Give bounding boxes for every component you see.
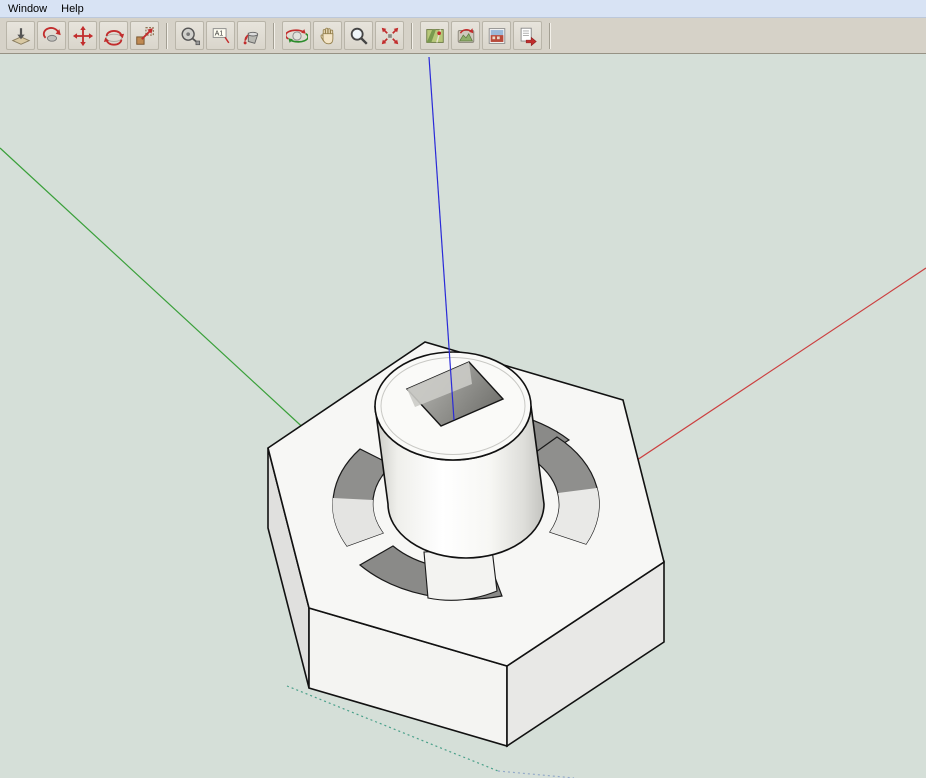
menu-bar: Window Help bbox=[0, 0, 926, 18]
add-location-icon bbox=[424, 25, 446, 47]
tape-measure-icon bbox=[179, 25, 201, 47]
toolbar: A1 bbox=[0, 18, 926, 54]
toolbar-separator bbox=[273, 23, 275, 49]
text-tool-icon: A1 bbox=[210, 25, 232, 47]
orbit-tool-button[interactable] bbox=[282, 21, 311, 50]
scale-icon bbox=[134, 25, 156, 47]
viewport-3d[interactable] bbox=[0, 54, 926, 778]
paint-bucket-tool-button[interactable] bbox=[237, 21, 266, 50]
tape-measure-tool-button[interactable] bbox=[175, 21, 204, 50]
toggle-terrain-button[interactable] bbox=[451, 21, 480, 50]
pan-tool-button[interactable] bbox=[313, 21, 342, 50]
toolbar-separator bbox=[411, 23, 413, 49]
zoom-icon bbox=[348, 25, 370, 47]
photo-textures-icon bbox=[486, 25, 508, 47]
move-icon bbox=[72, 25, 94, 47]
zoom-tool-button[interactable] bbox=[344, 21, 373, 50]
photo-textures-button[interactable] bbox=[482, 21, 511, 50]
scale-tool-button[interactable] bbox=[130, 21, 159, 50]
paint-bucket-icon bbox=[241, 25, 263, 47]
sketchup-window: Window Help bbox=[0, 0, 926, 778]
add-location-button[interactable] bbox=[420, 21, 449, 50]
rotate-tool-button[interactable] bbox=[99, 21, 128, 50]
follow-me-icon bbox=[41, 25, 63, 47]
menu-help[interactable]: Help bbox=[54, 2, 91, 16]
push-pull-icon bbox=[10, 25, 32, 47]
orbit-icon bbox=[286, 25, 308, 47]
toolbar-separator bbox=[166, 23, 168, 49]
pan-icon bbox=[317, 25, 339, 47]
menu-window[interactable]: Window bbox=[1, 2, 54, 16]
toolbar-separator bbox=[549, 23, 551, 49]
push-pull-tool-button[interactable] bbox=[6, 21, 35, 50]
viewport-canvas[interactable] bbox=[0, 54, 926, 778]
share-model-button[interactable] bbox=[513, 21, 542, 50]
zoom-extents-icon bbox=[379, 25, 401, 47]
follow-me-tool-button[interactable] bbox=[37, 21, 66, 50]
move-tool-button[interactable] bbox=[68, 21, 97, 50]
svg-text:A1: A1 bbox=[214, 30, 223, 37]
rotate-icon bbox=[103, 25, 125, 47]
zoom-extents-tool-button[interactable] bbox=[375, 21, 404, 50]
text-tool-button[interactable]: A1 bbox=[206, 21, 235, 50]
toggle-terrain-icon bbox=[455, 25, 477, 47]
share-model-icon bbox=[517, 25, 539, 47]
